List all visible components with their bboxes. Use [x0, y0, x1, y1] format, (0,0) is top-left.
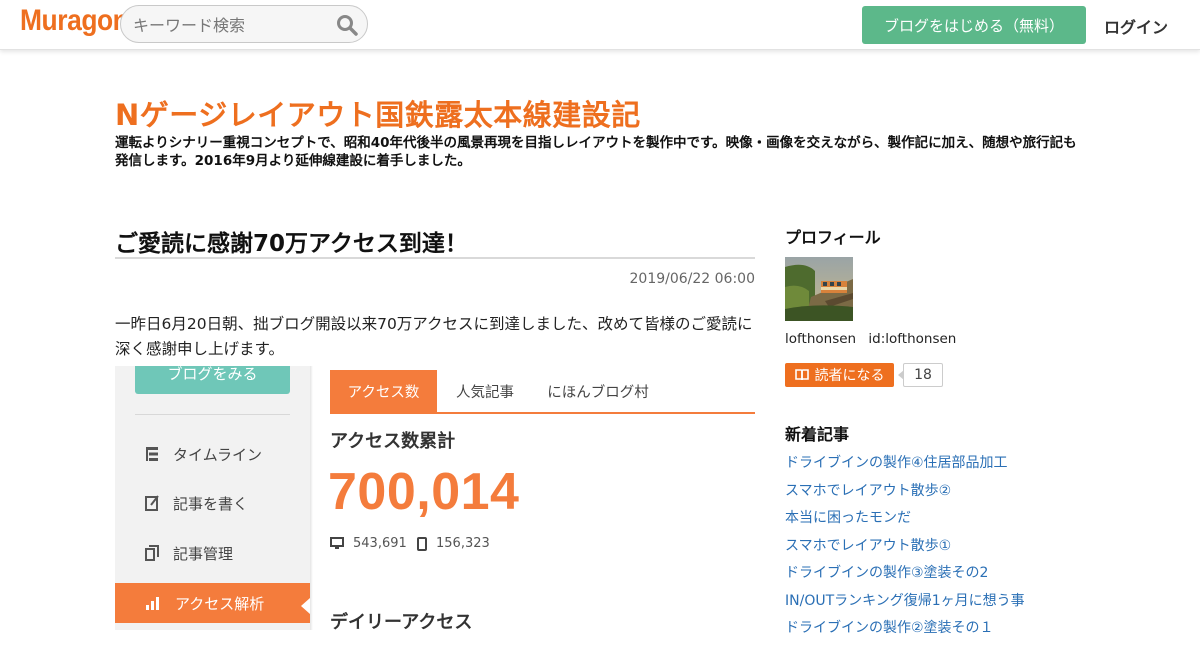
image-tab-bar: アクセス数 人気記事 にほんブログ村 — [330, 370, 755, 414]
image-access-heading: アクセス数累計 — [330, 431, 456, 452]
profile-names: lofthonsen id:lofthonsen — [785, 331, 956, 347]
muragon-logo[interactable]: Muragon — [20, 4, 129, 38]
image-mobile-value: 156,323 — [436, 536, 490, 551]
recent-posts-heading: 新着記事 — [785, 425, 850, 444]
book-icon — [794, 369, 809, 381]
recent-post-link[interactable]: 本当に困ったモンだ — [785, 507, 1025, 535]
article-title[interactable]: ご愛読に感謝70万アクセス到達！ — [115, 224, 755, 259]
image-nav-label: 記事管理 — [173, 544, 234, 563]
image-nav-shadow — [310, 366, 313, 630]
monitor-icon — [330, 537, 344, 549]
follower-count: 18 — [898, 363, 943, 387]
top-header: Muragon ブログをはじめる（無料） ログイン — [0, 0, 1200, 50]
image-daily-heading: デイリーアクセス — [330, 612, 473, 630]
timeline-icon — [146, 447, 158, 461]
image-nav-label: 記事を書く — [173, 494, 249, 513]
image-nav-write: 記事を書く — [115, 483, 310, 523]
copy-icon — [145, 545, 159, 561]
search-input[interactable] — [131, 6, 335, 44]
image-nav-timeline: タイムライン — [115, 434, 310, 474]
profile-username[interactable]: lofthonsen — [785, 331, 856, 347]
image-nav-analytics: アクセス解析 — [115, 583, 310, 623]
follow-button[interactable]: 読者になる — [785, 363, 894, 387]
profile-heading: プロフィール — [785, 228, 881, 247]
image-mobile-count: 156,323 — [417, 536, 490, 551]
image-pc-value: 543,691 — [353, 536, 407, 551]
image-nav-label: タイムライン — [173, 445, 262, 464]
image-access-total: 700,014 — [328, 463, 520, 521]
avatar-train-photo — [785, 257, 853, 321]
image-pc-count: 543,691 — [330, 536, 407, 551]
recent-post-link[interactable]: スマホでレイアウト散歩① — [785, 535, 1025, 563]
recent-post-link[interactable]: ドライブインの製作③塗装その2 — [785, 562, 1025, 590]
smartphone-icon — [417, 536, 427, 551]
search-box — [120, 5, 368, 44]
image-nav-divider — [135, 414, 290, 415]
image-tab-blogmura: にほんブログ村 — [547, 384, 649, 401]
image-view-blog-button: ブログをみる — [135, 366, 290, 394]
start-blog-button[interactable]: ブログをはじめる（無料） — [862, 6, 1086, 44]
login-link[interactable]: ログイン — [1104, 14, 1168, 38]
article-body: 一昨日6月20日朝、拙ブログ開設以来70万アクセスに到達しました、改めて皆様のご… — [115, 315, 753, 358]
search-icon[interactable] — [336, 14, 358, 36]
image-active-caret — [301, 598, 310, 614]
image-tab-popular: 人気記事 — [456, 384, 514, 401]
image-nav-manage: 記事管理 — [115, 533, 310, 573]
avatar[interactable] — [785, 257, 853, 321]
edit-icon — [145, 495, 159, 511]
article-date: 2019/06/22 06:00 — [629, 271, 756, 287]
recent-post-link[interactable]: ドライブインの製作④住居部品加工 — [785, 452, 1025, 480]
recent-posts-list: ドライブインの製作④住居部品加工 スマホでレイアウト散歩② 本当に困ったモンだ … — [785, 452, 1025, 645]
profile-user-id: id:lofthonsen — [868, 331, 957, 347]
article-image: ブログをみる タイムライン 記事を書く 記事管理 アクセス解析 アクセス数 人気… — [115, 366, 755, 630]
recent-post-link[interactable]: ドライブインの製作②塗装その１ — [785, 617, 1025, 645]
image-tab-access: アクセス数 — [330, 370, 437, 412]
image-nav-label: アクセス解析 — [175, 594, 265, 613]
blog-description: 運転よりシナリー重視コンセプトで、昭和40年代後半の風景再現を目指しレイアウトを… — [115, 135, 1077, 169]
recent-post-link[interactable]: IN/OUTランキング復帰1ヶ月に想う事 — [785, 590, 1025, 618]
bar-chart-icon — [146, 597, 159, 610]
follow-label: 読者になる — [814, 368, 885, 384]
recent-post-link[interactable]: スマホでレイアウト散歩② — [785, 480, 1025, 508]
blog-title[interactable]: Nゲージレイアウト国鉄露太本線建設記 — [115, 92, 641, 134]
